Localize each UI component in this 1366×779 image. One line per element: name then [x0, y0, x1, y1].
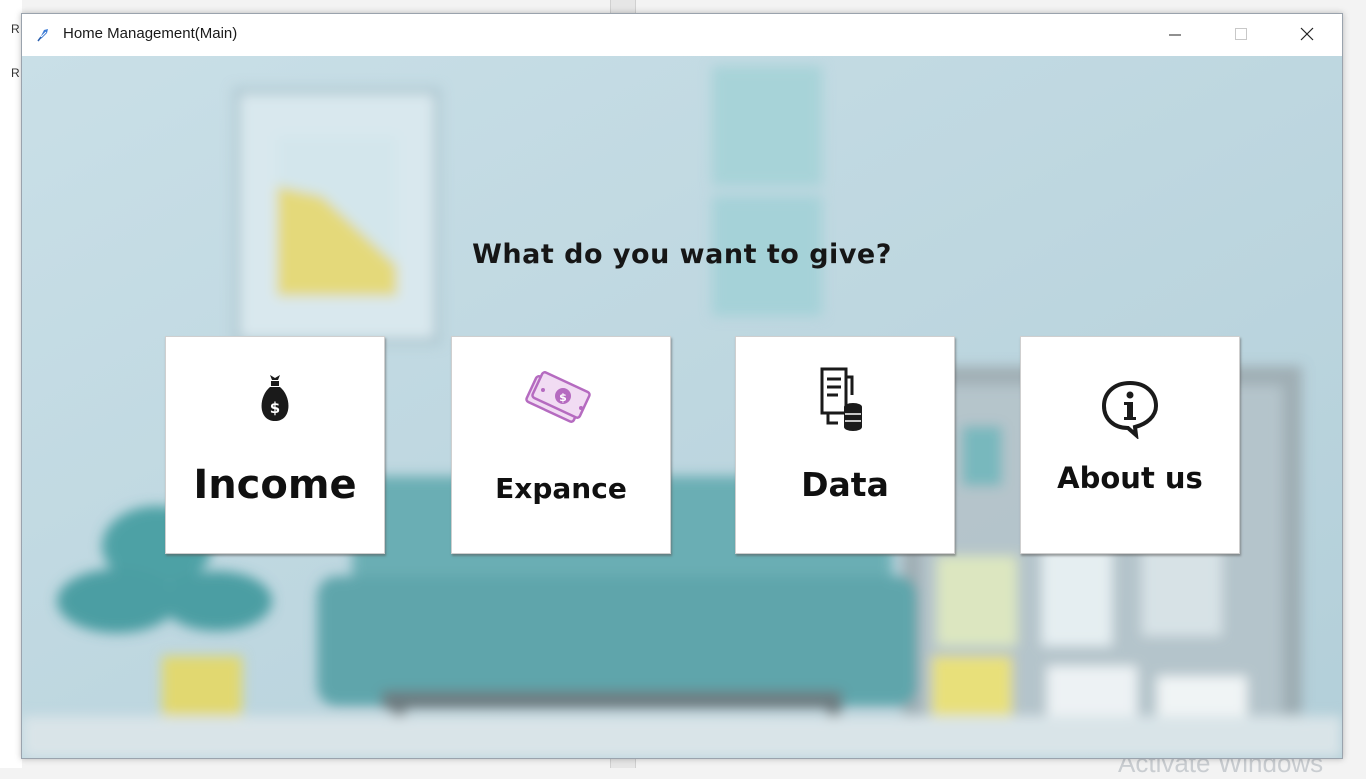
desktop-edge-char: R	[11, 22, 20, 36]
maximize-icon	[1235, 28, 1247, 40]
info-speech-bubble-icon	[1101, 380, 1159, 439]
close-icon	[1300, 27, 1314, 41]
window-title: Home Management(Main)	[63, 25, 238, 42]
minimize-button[interactable]	[1152, 14, 1198, 54]
document-coins-icon	[820, 367, 862, 431]
app-feather-icon	[37, 29, 48, 42]
prompt-heading: What do you want to give?	[472, 239, 892, 270]
income-label: Income	[193, 462, 357, 508]
title-bar[interactable]: Home Management(Main)	[22, 14, 1342, 56]
expance-label: Expance	[495, 472, 627, 505]
data-label: Data	[801, 465, 889, 504]
cash-banknotes-icon: $	[525, 371, 591, 423]
main-panel: What do you want to give? $ Income $ Exp…	[22, 56, 1342, 758]
desktop-edge-char: R	[11, 66, 20, 80]
svg-text:$: $	[270, 399, 280, 417]
app-window: Home Management(Main) What do you want t…	[21, 13, 1343, 759]
expance-button[interactable]: $ Expance	[451, 336, 671, 554]
about-us-label: About us	[1057, 461, 1203, 495]
desktop-divider	[610, 0, 636, 14]
about-us-button[interactable]: About us	[1020, 336, 1240, 554]
desktop-left-strip	[0, 0, 22, 768]
income-button[interactable]: $ Income	[165, 336, 385, 554]
close-button[interactable]	[1284, 14, 1330, 54]
svg-text:$: $	[559, 391, 567, 404]
money-bag-icon: $	[261, 375, 289, 421]
data-button[interactable]: Data	[735, 336, 955, 554]
minimize-icon	[1169, 34, 1181, 36]
maximize-button[interactable]	[1218, 14, 1264, 54]
